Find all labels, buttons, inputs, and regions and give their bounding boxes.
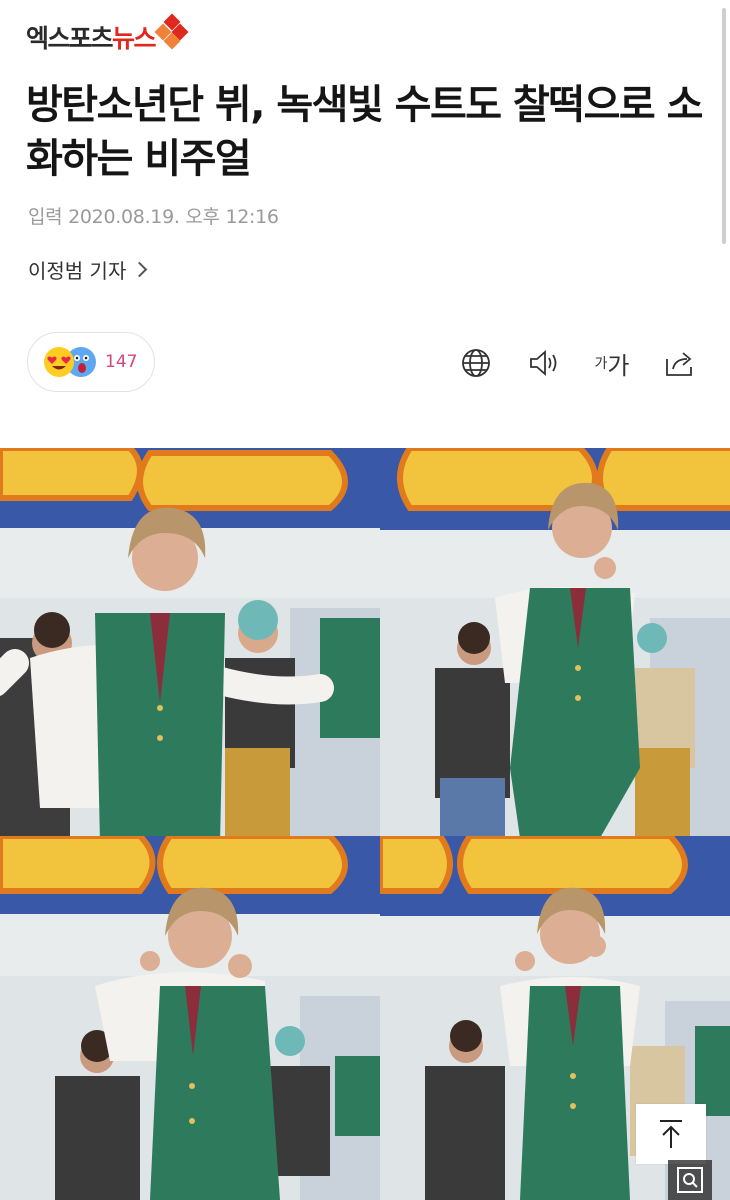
translate-globe-icon[interactable]	[456, 343, 496, 383]
logo-diamonds-icon	[154, 13, 189, 50]
speaker-icon[interactable]	[524, 343, 564, 383]
scroll-to-top-button[interactable]	[636, 1104, 706, 1164]
reporter-link[interactable]: 이정범 기자	[28, 255, 148, 284]
reporter-name: 이정범 기자	[28, 259, 127, 283]
page-scrollbar[interactable]	[722, 8, 726, 244]
photo-frame-1	[0, 448, 380, 836]
site-logo[interactable]: 엑스포츠뉴스	[26, 13, 189, 54]
font-size-button[interactable]: 가가	[592, 343, 632, 383]
share-icon[interactable]	[660, 343, 700, 383]
article-toolbar: 가가	[456, 343, 700, 383]
logo-text: 엑스포츠뉴스	[26, 24, 157, 53]
photo-frame-2	[380, 448, 730, 836]
arrow-up-icon	[660, 1120, 682, 1148]
article-title: 방탄소년단 뷔, 녹색빛 수트도 찰떡으로 소화하는 비주얼	[26, 82, 703, 182]
article-photo[interactable]	[0, 448, 730, 1200]
photo-frame-3	[0, 836, 380, 1200]
font-size-small-label: 가	[594, 356, 608, 372]
heart-eyes-emoji-icon	[44, 347, 74, 377]
image-zoom-button[interactable]	[668, 1160, 712, 1200]
chevron-right-icon	[132, 261, 148, 278]
reaction-button[interactable]: 147	[27, 332, 155, 392]
reaction-count: 147	[105, 352, 138, 372]
publish-date: 입력 2020.08.19. 오후 12:16	[28, 206, 279, 228]
font-size-large-label: 가	[607, 351, 630, 380]
magnifier-icon	[677, 1167, 703, 1193]
